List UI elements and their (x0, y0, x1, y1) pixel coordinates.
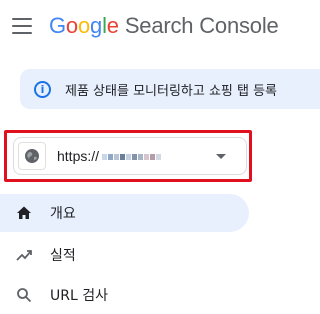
nav-item-performance[interactable]: 실적 (0, 236, 76, 274)
nav-label: URL 검사 (50, 288, 108, 304)
search-console-page: Google Search Console i 제품 상태를 모니터링하고 쇼핑 … (0, 0, 320, 314)
nav-item-url-inspection[interactable]: URL 검사 (0, 276, 108, 314)
app-logo[interactable]: Google Search Console (49, 13, 279, 39)
logo-letter: o (77, 13, 91, 38)
nav-item-overview[interactable]: 개요 (0, 194, 249, 232)
notice-banner[interactable]: i 제품 상태를 모니터링하고 쇼핑 탭 등록 (20, 69, 320, 109)
trending-up-icon (16, 247, 32, 263)
logo-letter: o (65, 13, 78, 38)
search-icon (16, 287, 32, 303)
hamburger-menu-icon[interactable] (12, 18, 32, 34)
property-url-text: https:// (57, 148, 100, 164)
property-url: https:// (57, 148, 162, 164)
product-name: Search Console (124, 13, 279, 38)
caret-down-icon[interactable] (216, 154, 226, 159)
logo-letter: G (49, 13, 66, 38)
nav-label: 개요 (50, 206, 76, 222)
logo-letter: e (106, 13, 119, 38)
home-icon (16, 205, 32, 221)
nav-label: 실적 (50, 248, 76, 264)
globe-icon (25, 149, 39, 163)
property-icon-frame (18, 142, 46, 170)
logo-letter: g (90, 13, 103, 38)
info-icon: i (34, 80, 51, 98)
property-selector[interactable]: https:// (13, 137, 247, 175)
notice-text: 제품 상태를 모니터링하고 쇼핑 탭 등록 (65, 83, 278, 99)
redacted-domain (102, 154, 162, 161)
